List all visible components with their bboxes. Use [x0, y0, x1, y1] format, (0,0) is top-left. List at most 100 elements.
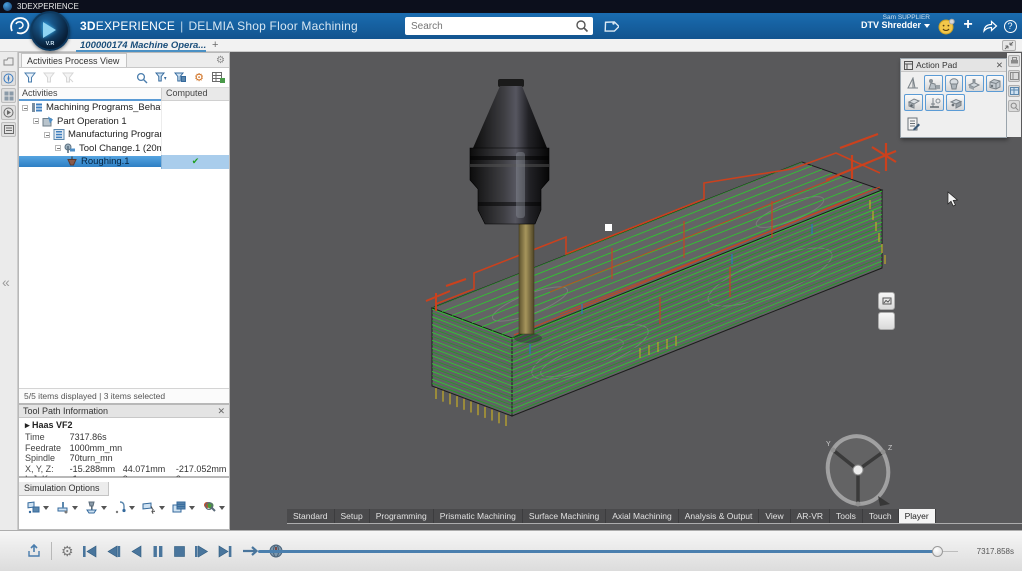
list-panel-icon[interactable] — [1, 122, 16, 137]
tool-path-information-panel: Tool Path Information ✕ ▸ Haas VF2 Time7… — [18, 404, 230, 477]
tpi-label: Spindle — [25, 453, 70, 464]
panel-settings-gear-icon[interactable]: ⚙ — [216, 55, 229, 66]
tpi-machine-row[interactable]: ▸ Haas VF2 — [25, 420, 229, 431]
sim-option-fixture-button[interactable] — [56, 501, 78, 514]
table-view-icon[interactable] — [1008, 85, 1020, 97]
panel-layout-icon[interactable] — [1008, 70, 1020, 82]
export-results-button[interactable] — [26, 543, 42, 559]
tpi-value — [123, 432, 176, 443]
ribbon-tab-axial-machining[interactable]: Axial Machining — [606, 509, 679, 523]
column-header-activities[interactable]: Activities — [19, 88, 161, 101]
part-operation-icon — [42, 116, 54, 127]
search-tree-icon[interactable] — [134, 70, 150, 85]
action-pad-workpiece-button[interactable] — [945, 75, 963, 92]
action-pad-machine-setup-button[interactable] — [924, 75, 942, 92]
simulation-options-tab[interactable]: Simulation Options — [19, 482, 109, 496]
action-pad-compass-button[interactable] — [904, 75, 922, 92]
timeline-slider[interactable] — [258, 550, 958, 553]
search-icon[interactable] — [575, 19, 589, 33]
filter-rules-icon[interactable] — [172, 70, 188, 85]
drawer-icon[interactable] — [1, 54, 16, 69]
tree-row[interactable]: Roughing.1✔ — [19, 155, 229, 169]
add-content-button[interactable]: + — [958, 17, 978, 35]
tree-expander[interactable] — [22, 105, 28, 111]
stop-button[interactable] — [172, 544, 186, 559]
user-context-switcher[interactable]: Sam SUPPLIER DTV Shredder — [861, 14, 930, 31]
action-pad-stock-box-button[interactable] — [986, 75, 1004, 92]
3d-viewport[interactable]: Y Z X StandardSetupProgrammingPrismatic … — [230, 52, 1022, 530]
column-header-computed[interactable]: Computed — [161, 88, 229, 101]
tree-item-label: Part Operation 1 — [57, 116, 127, 127]
export-table-icon[interactable] — [210, 70, 226, 85]
action-pad-report-button[interactable] — [904, 115, 923, 132]
filter-sort-icon[interactable] — [153, 70, 169, 85]
sim-option-tool-button[interactable] — [85, 501, 107, 514]
sim-option-probe-button[interactable] — [114, 501, 135, 514]
viewport-display-mode-button[interactable] — [878, 292, 895, 310]
share-button[interactable] — [980, 17, 1000, 35]
ribbon-tab-programming[interactable]: Programming — [370, 509, 434, 523]
tree-expander[interactable] — [44, 132, 50, 138]
options-gear-icon[interactable]: ⚙ — [191, 70, 207, 85]
tree-status-text: 5/5 items displayed | 3 items selected — [19, 388, 229, 403]
ribbon-tab-player[interactable]: Player — [899, 509, 936, 523]
ribbon-tab-touch[interactable]: Touch — [863, 509, 899, 523]
compass-rose-icon[interactable] — [1, 71, 16, 86]
help-button[interactable]: ? — [1000, 17, 1020, 35]
play-backward-button[interactable] — [129, 544, 144, 559]
ribbon-tab-tools[interactable]: Tools — [830, 509, 863, 523]
player-settings-gear-button[interactable]: ⚙ — [61, 543, 74, 560]
tree-expander[interactable] — [55, 145, 61, 151]
action-pad-machine-button[interactable] — [965, 75, 983, 92]
tag-search-button[interactable] — [600, 17, 620, 35]
new-tab-button[interactable]: + — [212, 39, 218, 51]
skip-to-start-button[interactable] — [81, 544, 98, 559]
pause-button[interactable] — [151, 544, 165, 559]
apps-grid-icon[interactable] — [1, 88, 16, 103]
timeline-handle[interactable] — [932, 546, 943, 557]
viewport-options-button[interactable] — [878, 312, 895, 330]
3d-play-icon[interactable] — [1, 105, 16, 120]
close-icon[interactable]: ✕ — [996, 60, 1003, 71]
tpi-value — [176, 443, 229, 454]
tree-row[interactable]: Machining Programs_Behavior000... — [19, 101, 229, 115]
search-input[interactable] — [405, 21, 575, 32]
action-pad-section-button[interactable] — [904, 94, 923, 111]
sim-option-material-removal-button[interactable] — [172, 501, 195, 514]
restore-layout-button[interactable] — [1002, 40, 1016, 51]
tag-icon — [602, 18, 619, 35]
simulation-options-toolbar — [19, 496, 229, 514]
3ds-compass-logo[interactable] — [8, 15, 32, 37]
close-icon[interactable]: ✕ — [217, 406, 225, 417]
step-forward-button[interactable] — [193, 544, 210, 559]
print-icon[interactable] — [1008, 55, 1020, 67]
ribbon-tab-ar-vr[interactable]: AR-VR — [791, 509, 830, 523]
ribbon-tab-view[interactable]: View — [759, 509, 790, 523]
sim-option-analysis-button[interactable] — [202, 501, 225, 514]
action-pad-snapshot-button[interactable] — [946, 94, 965, 111]
tree-row[interactable]: Manufacturing Program 1 — [19, 128, 229, 142]
sim-option-display-button[interactable] — [27, 501, 49, 514]
tree-expander[interactable] — [33, 118, 39, 124]
ribbon-tab-prismatic-machining[interactable]: Prismatic Machining — [434, 509, 523, 523]
skip-to-end-button[interactable] — [217, 544, 234, 559]
filter-add-icon[interactable] — [41, 70, 57, 85]
action-pad-measure-button[interactable] — [925, 94, 944, 111]
user-avatar[interactable] — [936, 17, 956, 35]
filter-icon[interactable] — [22, 70, 38, 85]
ribbon-tab-analysis-output[interactable]: Analysis & Output — [679, 509, 760, 523]
view-compass[interactable]: Y Z X — [821, 430, 896, 518]
delmia-app-logo[interactable]: V.R — [30, 11, 70, 51]
magnify-icon[interactable] — [1008, 100, 1020, 112]
step-backward-button[interactable] — [105, 544, 122, 559]
ribbon-tab-surface-machining[interactable]: Surface Machining — [523, 509, 606, 523]
filter-clear-icon[interactable] — [60, 70, 76, 85]
tree-row[interactable]: Part Operation 1 — [19, 115, 229, 129]
tree-row[interactable]: Tool Change.1 (20mm e... — [19, 142, 229, 156]
document-tab[interactable]: 100000174 Machine Opera... — [76, 39, 210, 51]
simulation-player-bar: ⚙ — [0, 530, 1022, 571]
collapse-panel-chevron[interactable]: « — [2, 274, 10, 290]
ribbon-tab-setup[interactable]: Setup — [335, 509, 370, 523]
sim-option-collision-button[interactable] — [142, 501, 165, 514]
ribbon-tab-standard[interactable]: Standard — [287, 509, 335, 523]
